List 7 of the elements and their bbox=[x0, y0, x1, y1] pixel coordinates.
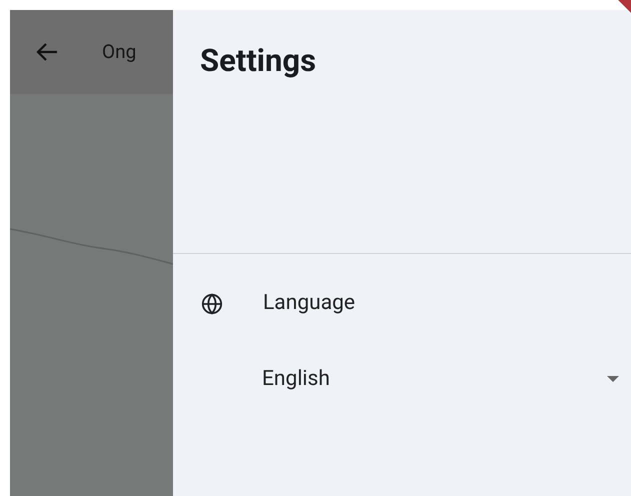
drawer-title: Settings bbox=[200, 41, 318, 81]
setting-label: Language bbox=[263, 290, 356, 317]
language-dropdown[interactable]: English bbox=[262, 364, 619, 395]
globe-icon bbox=[201, 292, 223, 315]
back-arrow-icon[interactable] bbox=[36, 42, 58, 62]
app-bar-title: Ong bbox=[102, 38, 136, 65]
dropdown-caret-icon bbox=[607, 376, 619, 382]
